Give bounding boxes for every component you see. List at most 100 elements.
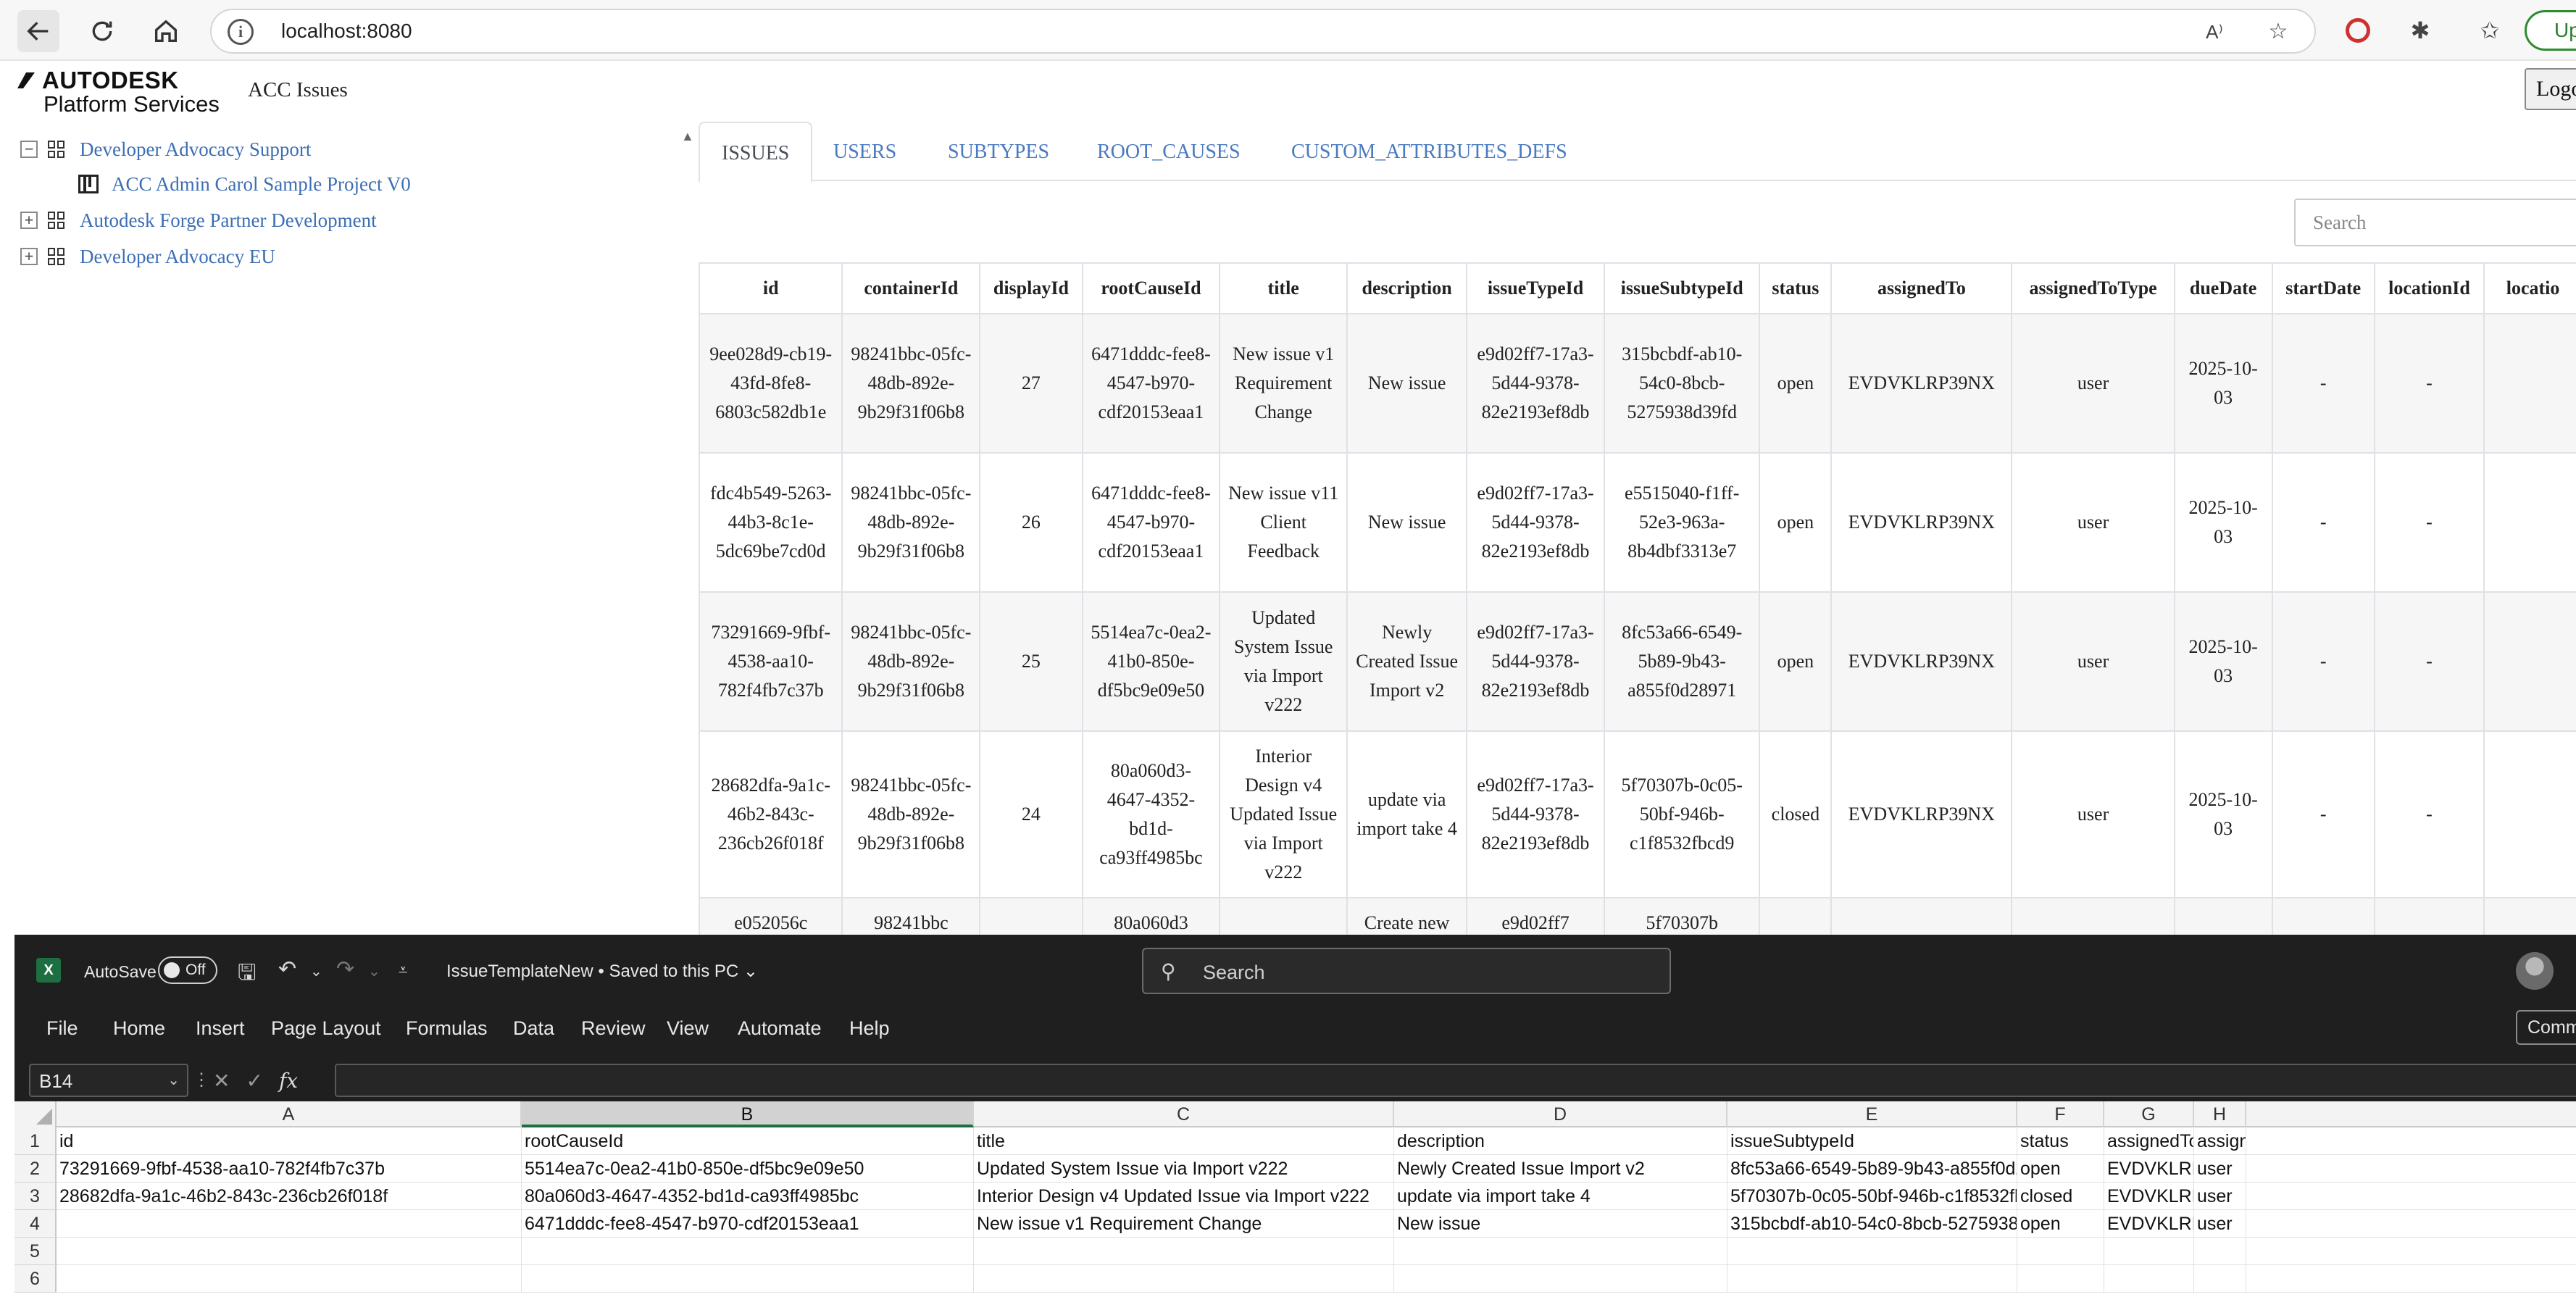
cell-E6[interactable] [1727,1265,2017,1293]
cell-A2[interactable]: 73291669-9fbf-4538-aa10-782f4fb7c37b [57,1155,522,1183]
cell-C3[interactable]: Interior Design v4 Updated Issue via Imp… [974,1183,1394,1210]
extension-red-icon[interactable] [2341,13,2375,48]
cell-C6[interactable] [974,1265,1394,1293]
cell-H1[interactable]: assignedTo [2194,1127,2246,1155]
excel-search-box[interactable]: ⚲ Search [1142,948,1671,994]
redo-icon[interactable]: ↷ [336,956,354,982]
table-row[interactable]: fdc4b549-5263-44b3-8c1e-5dc69be7cd0d 9824… [699,452,2576,593]
table-row[interactable]: 73291669-9fbf-4538-aa10-782f4fb7c37b 9824… [699,591,2576,732]
cell-F4[interactable]: open [2017,1210,2104,1238]
tab-issues[interactable]: ISSUES [699,122,813,183]
menu-view[interactable]: View [667,1017,709,1040]
cell-C2[interactable]: Updated System Issue via Import v222 [974,1155,1394,1183]
cell-E4[interactable]: 315bcbdf-ab10-54c0-8bcb-5275938d39fd [1727,1210,2017,1238]
row-header-3[interactable]: 3 [14,1183,57,1210]
cell-F6[interactable] [2017,1265,2104,1293]
menu-automate[interactable]: Automate [738,1017,822,1040]
undo-icon[interactable]: ↶ [278,956,296,982]
cell-E5[interactable] [1727,1238,2017,1265]
cell-F3[interactable]: closed [2017,1183,2104,1210]
tab-custom-attributes-defs[interactable]: CUSTOM_ATTRIBUTES_DEFS [1270,122,1589,181]
column-header-D[interactable]: D [1394,1101,1727,1127]
expand-toggle-icon[interactable]: + [20,212,38,229]
cell-A5[interactable] [57,1238,522,1265]
confirm-entry-icon[interactable]: ✓ [246,1069,262,1093]
cell-D1[interactable]: description [1394,1127,1727,1155]
cell-D3[interactable]: update via import take 4 [1394,1183,1727,1210]
cell-E2[interactable]: 8fc53a66-6549-5b89-9b43-a855f0d28971 [1727,1155,2017,1183]
menu-home[interactable]: Home [113,1017,165,1040]
logout-button[interactable]: Logout [2525,68,2576,110]
cell-E1[interactable]: issueSubtypeId [1727,1127,2017,1155]
refresh-button[interactable] [81,10,123,52]
cell-A1[interactable]: id [57,1127,522,1155]
cell-G6[interactable] [2104,1265,2194,1293]
home-button[interactable] [145,10,187,52]
column-header-locationId[interactable]: locationId [2373,262,2485,314]
cell-A6[interactable] [57,1265,522,1293]
cell-G2[interactable]: EVDVKLRP39NX [2104,1155,2194,1183]
favorite-star-icon[interactable]: ☆ [2264,17,2293,46]
cell-B4[interactable]: 6471dddc-fee8-4547-b970-cdf20153eaa1 [522,1210,974,1238]
tree-node-label[interactable]: Developer Advocacy Support [80,138,311,161]
redo-dropdown-icon[interactable]: ⌄ [368,962,380,980]
column-header-id[interactable]: id [699,262,843,314]
column-header-H[interactable]: H [2194,1101,2246,1127]
tab-subtypes[interactable]: SUBTYPES [926,122,1071,181]
cell-D4[interactable]: New issue [1394,1210,1727,1238]
column-header-assignedToType[interactable]: assignedToType [2011,262,2175,314]
row-header-2[interactable]: 2 [14,1155,57,1183]
tree-node-label[interactable]: ACC Admin Carol Sample Project V0 [112,173,411,196]
cell-D6[interactable] [1394,1265,1727,1293]
column-header-E[interactable]: E [1727,1101,2017,1127]
row-header-1[interactable]: 1 [14,1127,57,1155]
tree-node-label[interactable]: Autodesk Forge Partner Development [80,209,377,232]
cell-G3[interactable]: EVDVKLRP39NX [2104,1183,2194,1210]
worksheet-grid[interactable]: ABCDEFGH 1 id rootCauseId title description i… [14,1101,2576,1297]
menu-file[interactable]: File [46,1017,78,1040]
tree-node-developer-advocacy-eu[interactable]: + Developer Advocacy EU [20,242,275,271]
column-header-C[interactable]: C [974,1101,1394,1127]
workbook-title[interactable]: IssueTemplateNew • Saved to this PC ⌄ [446,961,758,982]
cell-H3[interactable]: user [2194,1183,2246,1210]
cell-C1[interactable]: title [974,1127,1394,1155]
column-header-assignedTo[interactable]: assignedTo [1830,262,2013,314]
menu-data[interactable]: Data [513,1017,554,1040]
read-aloud-icon[interactable]: A⁾ [2200,17,2229,46]
autosave-toggle[interactable]: Off [158,956,217,984]
cell-B5[interactable] [522,1238,974,1265]
column-header-startDate[interactable]: startDate [2271,262,2375,314]
cell-G4[interactable]: EVDVKLRP39NX [2104,1210,2194,1238]
column-header-F[interactable]: F [2017,1101,2104,1127]
comments-button[interactable]: Comments [2516,1010,2576,1045]
cell-B1[interactable]: rootCauseId [522,1127,974,1155]
cell-C5[interactable] [974,1238,1394,1265]
cell-A4[interactable] [57,1210,522,1238]
customize-toolbar-icon[interactable]: ⩡ [399,961,407,980]
cell-F5[interactable] [2017,1238,2104,1265]
cell-A3[interactable]: 28682dfa-9a1c-46b2-843c-236cb26f018f [57,1183,522,1210]
cell-B6[interactable] [522,1265,974,1293]
menu-insert[interactable]: Insert [196,1017,245,1040]
table-row[interactable]: e052056c 98241bbc 80a060d3 Create new e9d02f… [699,897,2576,936]
menu-help[interactable]: Help [849,1017,890,1040]
tab-users[interactable]: USERS [812,122,918,181]
favorites-list-icon[interactable]: ✩ [2472,13,2507,48]
table-search-input[interactable] [2296,200,2576,245]
row-header-6[interactable]: 6 [14,1265,57,1293]
table-row[interactable]: 9ee028d9-cb19-43fd-8fe8-6803c582db1e 9824… [699,313,2576,454]
column-header-locatio[interactable]: locatio [2483,262,2576,314]
cell-B2[interactable]: 5514ea7c-0ea2-41b0-850e-df5bc9e09e50 [522,1155,974,1183]
cell-E3[interactable]: 5f70307b-0c05-50bf-946b-c1f8532fbcd9 [1727,1183,2017,1210]
undo-dropdown-icon[interactable]: ⌄ [310,962,322,980]
scroll-up-arrow-icon[interactable]: ▲ [681,129,694,144]
info-icon[interactable]: i [228,19,254,45]
menu-review[interactable]: Review [581,1017,646,1040]
cell-G5[interactable] [2104,1238,2194,1265]
menu-page-layout[interactable]: Page Layout [271,1017,381,1040]
column-header-title[interactable]: title [1219,262,1349,314]
save-icon[interactable]: 🖫 [238,956,257,993]
cell-H5[interactable] [2194,1238,2246,1265]
cell-F2[interactable]: open [2017,1155,2104,1183]
cell-B3[interactable]: 80a060d3-4647-4352-bd1d-ca93ff4985bc [522,1183,974,1210]
